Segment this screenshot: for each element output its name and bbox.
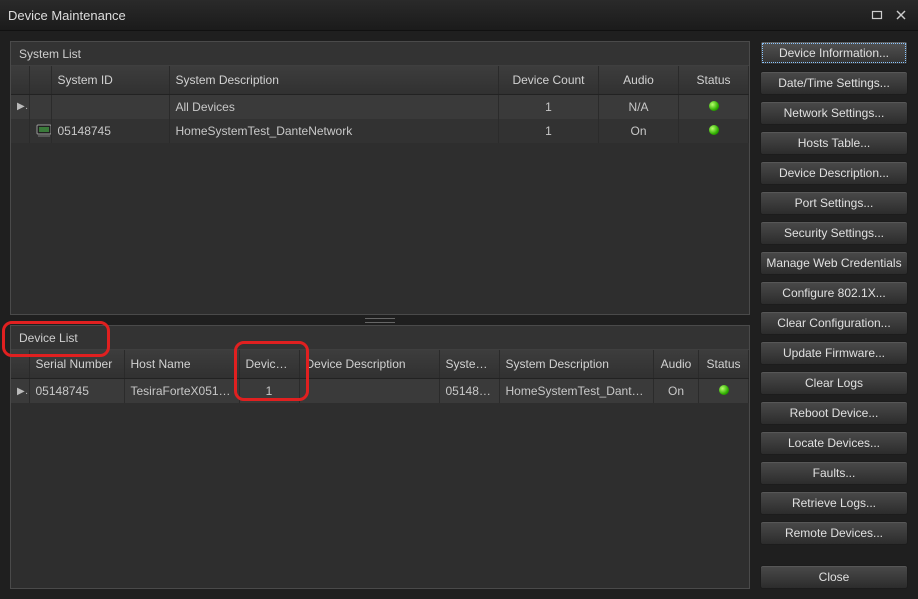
- window-title: Device Maintenance: [8, 8, 862, 23]
- col-serial[interactable]: Serial Number: [29, 350, 124, 379]
- maximize-button[interactable]: [868, 6, 886, 24]
- hosts-table-button[interactable]: Hosts Table...: [760, 131, 908, 155]
- col-arrow[interactable]: [11, 350, 29, 379]
- row-device-id: 1: [239, 379, 299, 403]
- close-window-button[interactable]: [892, 6, 910, 24]
- row-device-desc: [299, 379, 439, 403]
- col-device-desc[interactable]: Device Description: [299, 350, 439, 379]
- locate-devices-button[interactable]: Locate Devices...: [760, 431, 908, 455]
- system-list-row[interactable]: 05148745 HomeSystemTest_DanteNetwork 1 O…: [11, 119, 749, 143]
- device-description-button[interactable]: Device Description...: [760, 161, 908, 185]
- col-audio[interactable]: Audio: [599, 66, 679, 95]
- network-settings-button[interactable]: Network Settings...: [760, 101, 908, 125]
- row-system-id: [51, 95, 169, 119]
- col-system-id[interactable]: System ID: [51, 66, 169, 95]
- system-list-header-row: System ID System Description Device Coun…: [11, 66, 749, 95]
- row-system-id: 05148745: [51, 119, 169, 143]
- col-arrow[interactable]: [11, 66, 29, 95]
- col-status[interactable]: Status: [699, 350, 749, 379]
- row-device-count: 1: [499, 119, 599, 143]
- row-host-name: TesiraForteX05148745: [124, 379, 239, 403]
- close-button[interactable]: Close: [760, 565, 908, 589]
- update-firmware-button[interactable]: Update Firmware...: [760, 341, 908, 365]
- title-bar: Device Maintenance: [0, 0, 918, 31]
- configure-8021x-button[interactable]: Configure 802.1X...: [760, 281, 908, 305]
- col-icon[interactable]: [29, 66, 51, 95]
- device-list-table: Serial Number Host Name Device ID Device…: [11, 350, 749, 403]
- row-icon-cell: [29, 119, 51, 143]
- device-list-title: Device List: [11, 326, 749, 350]
- row-status: [679, 95, 749, 119]
- device-icon: [36, 124, 52, 138]
- row-device-count: 1: [499, 95, 599, 119]
- row-audio: On: [599, 119, 679, 143]
- status-dot-icon: [709, 101, 719, 111]
- row-status: [679, 119, 749, 143]
- row-audio: N/A: [599, 95, 679, 119]
- device-information-button[interactable]: Device Information...: [760, 41, 908, 65]
- col-status[interactable]: Status: [679, 66, 749, 95]
- row-system-id: 05148745: [439, 379, 499, 403]
- col-system-desc[interactable]: System Description: [499, 350, 654, 379]
- clear-logs-button[interactable]: Clear Logs: [760, 371, 908, 395]
- row-system-desc: All Devices: [169, 95, 499, 119]
- device-maintenance-window: Device Maintenance System List: [0, 0, 918, 599]
- clear-configuration-button[interactable]: Clear Configuration...: [760, 311, 908, 335]
- status-dot-icon: [719, 385, 729, 395]
- system-list-body: System ID System Description Device Coun…: [11, 66, 749, 314]
- status-dot-icon: [709, 125, 719, 135]
- row-system-desc: HomeSystemTest_DanteNetwork: [169, 119, 499, 143]
- system-list-title: System List: [11, 42, 749, 66]
- system-list-panel: System List: [10, 41, 750, 315]
- system-list-row[interactable]: ▶ All Devices 1 N/A: [11, 95, 749, 119]
- col-audio[interactable]: Audio: [654, 350, 699, 379]
- port-settings-button[interactable]: Port Settings...: [760, 191, 908, 215]
- col-host-name[interactable]: Host Name: [124, 350, 239, 379]
- security-settings-button[interactable]: Security Settings...: [760, 221, 908, 245]
- retrieve-logs-button[interactable]: Retrieve Logs...: [760, 491, 908, 515]
- col-device-count[interactable]: Device Count: [499, 66, 599, 95]
- col-system-id[interactable]: System ID: [439, 350, 499, 379]
- col-device-id[interactable]: Device ID: [239, 350, 299, 379]
- row-status: [699, 379, 749, 403]
- left-column: System List: [10, 41, 750, 589]
- sidebar-spacer: [760, 551, 908, 559]
- device-list-header-row: Serial Number Host Name Device ID Device…: [11, 350, 749, 379]
- col-system-desc[interactable]: System Description: [169, 66, 499, 95]
- row-indicator-icon: [11, 119, 29, 143]
- row-icon-cell: [29, 95, 51, 119]
- device-list-row[interactable]: ▶ 05148745 TesiraForteX05148745 1 051487…: [11, 379, 749, 403]
- panel-split-gripper[interactable]: [10, 315, 750, 325]
- sidebar: Device Information... Date/Time Settings…: [760, 41, 908, 589]
- row-serial: 05148745: [29, 379, 124, 403]
- faults-button[interactable]: Faults...: [760, 461, 908, 485]
- manage-web-credentials-button[interactable]: Manage Web Credentials: [760, 251, 908, 275]
- window-body: System List: [0, 31, 918, 599]
- system-list-table: System ID System Description Device Coun…: [11, 66, 749, 143]
- remote-devices-button[interactable]: Remote Devices...: [760, 521, 908, 545]
- date-time-settings-button[interactable]: Date/Time Settings...: [760, 71, 908, 95]
- device-list-panel: Device List: [10, 325, 750, 589]
- row-audio: On: [654, 379, 699, 403]
- row-system-desc: HomeSystemTest_DanteNet...: [499, 379, 654, 403]
- reboot-device-button[interactable]: Reboot Device...: [760, 401, 908, 425]
- device-list-body: Serial Number Host Name Device ID Device…: [11, 350, 749, 588]
- row-indicator-icon: ▶: [11, 379, 29, 403]
- row-indicator-icon: ▶: [11, 95, 29, 119]
